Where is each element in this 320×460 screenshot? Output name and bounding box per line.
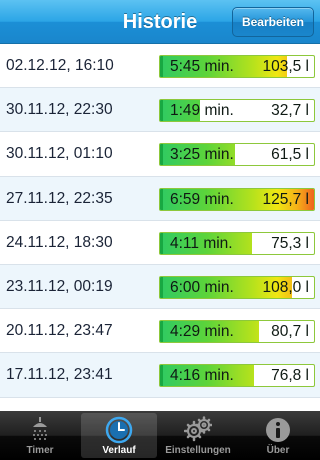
tab-einstellungen[interactable]: Einstellungen (160, 413, 236, 458)
usage-bar: 4:11 min. 75,3 l (159, 231, 315, 255)
volume-label: 75,3 l (271, 234, 309, 252)
usage-bar: 3:25 min. 61,5 l (159, 143, 315, 167)
volume-label: 125,7 l (262, 190, 309, 208)
navigation-bar: Historie Bearbeiten (0, 0, 320, 44)
history-date: 24.11.12, 18:30 (6, 233, 113, 251)
history-row[interactable]: 23.11.12, 00:19 6:00 min. 108,0 l (0, 264, 320, 310)
volume-label: 32,7 l (271, 102, 309, 120)
tab-verlauf[interactable]: Verlauf (81, 413, 157, 458)
history-date: 20.11.12, 23:47 (6, 322, 113, 340)
usage-bar: 4:16 min. 76,8 l (159, 364, 315, 388)
tab-label: Einstellungen (165, 445, 231, 456)
history-date: 17.11.12, 23:41 (6, 366, 113, 384)
history-date: 23.11.12, 00:19 (6, 277, 113, 295)
usage-bar: 1:49 min. 32,7 l (159, 99, 315, 123)
duration-label: 4:11 min. (170, 234, 233, 252)
history-date: 27.11.12, 22:35 (6, 189, 113, 207)
tab-timer[interactable]: Timer (2, 413, 78, 458)
history-row[interactable]: 27.11.12, 22:35 6:59 min. 125,7 l (0, 176, 320, 221)
tab-label: Verlauf (102, 445, 136, 456)
usage-bar: 6:00 min. 108,0 l (159, 275, 315, 299)
edit-button[interactable]: Bearbeiten (231, 7, 314, 37)
history-row[interactable]: 02.12.12, 16:10 5:45 min. 103,5 l (0, 44, 320, 89)
volume-label: 76,8 l (271, 367, 309, 385)
history-list[interactable]: 02.12.12, 16:10 5:45 min. 103,5 l 30.11.… (0, 44, 320, 411)
history-row[interactable]: 24.11.12, 18:30 4:11 min. 75,3 l (0, 220, 320, 265)
tab-label: Timer (26, 445, 54, 456)
usage-bar: 6:59 min. 125,7 l (159, 187, 315, 211)
history-row[interactable]: 30.11.12, 01:10 3:25 min. 61,5 l (0, 132, 320, 177)
tab-label: Über (266, 445, 290, 456)
duration-label: 6:59 min. (170, 190, 234, 208)
usage-bar: 4:29 min. 80,7 l (159, 320, 315, 344)
duration-label: 4:16 min. (170, 367, 234, 385)
duration-label: 6:00 min. (170, 278, 234, 296)
duration-label: 3:25 min. (170, 146, 234, 164)
history-date: 30.11.12, 01:10 (6, 145, 113, 163)
info-icon (266, 418, 290, 442)
history-row[interactable]: 17.11.12, 23:41 4:16 min. 76,8 l (0, 353, 320, 398)
history-date: 02.12.12, 16:10 (6, 57, 114, 74)
duration-label: 5:45 min. (170, 58, 234, 75)
tab-ueber[interactable]: Über (240, 413, 316, 458)
gears-icon (184, 416, 212, 442)
duration-label: 1:49 min. (170, 102, 234, 120)
tab-bar: Timer Verlauf Einstellungen Über (0, 411, 320, 460)
history-row[interactable]: 20.11.12, 23:47 4:29 min. 80,7 l (0, 309, 320, 354)
history-row[interactable]: 30.11.12, 22:30 1:49 min. 32,7 l (0, 88, 320, 133)
clock-icon (105, 416, 133, 444)
duration-label: 4:29 min. (170, 323, 234, 341)
volume-label: 80,7 l (271, 323, 309, 341)
volume-label: 103,5 l (262, 58, 309, 75)
history-row-partial[interactable] (0, 397, 320, 411)
shower-icon (33, 417, 47, 440)
history-date: 30.11.12, 22:30 (6, 101, 113, 119)
volume-label: 61,5 l (271, 146, 309, 164)
usage-bar: 5:45 min. 103,5 l (159, 55, 315, 78)
volume-label: 108,0 l (262, 278, 309, 296)
